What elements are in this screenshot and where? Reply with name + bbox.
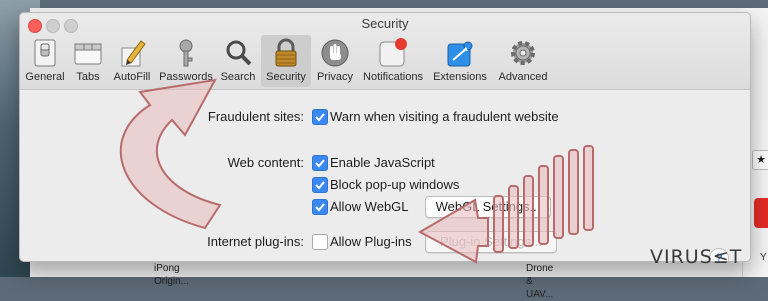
tab-tabs-label: Tabs bbox=[76, 71, 100, 83]
preferences-toolbar: Security General Tabs AutoFill Passwords… bbox=[20, 13, 750, 90]
block-popups-checkbox[interactable] bbox=[312, 177, 328, 193]
enable-javascript-checkbox[interactable] bbox=[312, 155, 328, 171]
tab-autofill-label: AutoFill bbox=[113, 71, 151, 83]
internet-plugins-label: Internet plug-ins: bbox=[207, 234, 304, 249]
webgl-settings-button[interactable]: WebGL Settings... bbox=[425, 196, 551, 218]
allow-webgl-label: Allow WebGL bbox=[330, 199, 409, 214]
tab-passwords[interactable]: Passwords bbox=[157, 35, 215, 87]
tab-search-label: Search bbox=[220, 71, 256, 83]
block-popups-label: Block pop-up windows bbox=[330, 177, 460, 192]
notifications-icon bbox=[379, 38, 407, 67]
puzzle-icon bbox=[447, 41, 473, 67]
enable-javascript-label: Enable JavaScript bbox=[330, 155, 435, 170]
tab-extensions[interactable]: Extensions bbox=[429, 35, 491, 87]
tab-tabs[interactable]: Tabs bbox=[70, 35, 106, 87]
key-icon bbox=[179, 39, 193, 67]
tab-privacy-label: Privacy bbox=[316, 71, 354, 83]
web-content-row: Web content: Enable JavaScript bbox=[20, 154, 750, 172]
tab-security-label: Security bbox=[266, 71, 306, 83]
allow-webgl-row: Allow WebGL WebGL Settings... bbox=[20, 196, 750, 218]
general-switch-icon bbox=[34, 39, 56, 67]
checkmark-icon bbox=[315, 203, 325, 212]
magnifier-icon bbox=[226, 40, 252, 66]
bookmark-star-icon[interactable]: ★ bbox=[752, 150, 768, 170]
tab-passwords-label: Passwords bbox=[159, 71, 213, 83]
allow-webgl-checkbox[interactable] bbox=[312, 199, 328, 215]
allow-plugins-checkbox[interactable] bbox=[312, 234, 328, 250]
gear-icon bbox=[511, 41, 535, 65]
allow-plugins-label: Allow Plug-ins bbox=[330, 234, 412, 249]
hand-icon bbox=[321, 39, 349, 67]
autofill-pencil-icon bbox=[121, 40, 146, 67]
background-letter: Y bbox=[760, 252, 767, 263]
fraudulent-warning-label: Warn when visiting a fraudulent website bbox=[330, 109, 559, 124]
tab-general[interactable]: General bbox=[22, 35, 68, 87]
tab-advanced[interactable]: Advanced bbox=[492, 35, 554, 87]
plugin-settings-button[interactable]: Plug-in Settings... bbox=[425, 231, 557, 253]
tab-privacy[interactable]: Privacy bbox=[313, 35, 357, 87]
block-popups-row: Block pop-up windows bbox=[20, 176, 750, 194]
tab-notifications-label: Notifications bbox=[363, 71, 423, 83]
fraudulent-sites-label: Fraudulent sites: bbox=[207, 109, 304, 124]
fraudulent-warning-checkbox[interactable] bbox=[312, 109, 328, 125]
tab-notifications[interactable]: Notifications bbox=[359, 35, 427, 87]
fraudulent-sites-row: Fraudulent sites: Warn when visiting a f… bbox=[20, 108, 750, 126]
checkmark-icon bbox=[315, 181, 325, 190]
youtube-icon bbox=[754, 198, 768, 228]
window-title: Security bbox=[361, 16, 409, 31]
security-preferences-window: Security General Tabs AutoFill Passwords… bbox=[19, 12, 751, 262]
lock-icon bbox=[275, 38, 297, 67]
tab-general-label: General bbox=[25, 71, 65, 83]
tab-search[interactable]: Search bbox=[216, 35, 260, 87]
tab-extensions-label: Extensions bbox=[433, 71, 487, 83]
tab-advanced-label: Advanced bbox=[498, 71, 548, 83]
tab-autofill[interactable]: AutoFill bbox=[108, 35, 156, 87]
tab-security[interactable]: Security bbox=[261, 35, 311, 87]
checkmark-icon bbox=[315, 113, 325, 122]
internet-plugins-row: Internet plug-ins: Allow Plug-ins Plug-i… bbox=[20, 231, 750, 253]
security-pane: Fraudulent sites: Warn when visiting a f… bbox=[20, 90, 750, 261]
watermark-logo: VIRUS≤T bbox=[650, 246, 743, 268]
tabs-icon bbox=[74, 43, 102, 65]
web-content-label: Web content: bbox=[227, 155, 304, 170]
checkmark-icon bbox=[315, 159, 325, 168]
